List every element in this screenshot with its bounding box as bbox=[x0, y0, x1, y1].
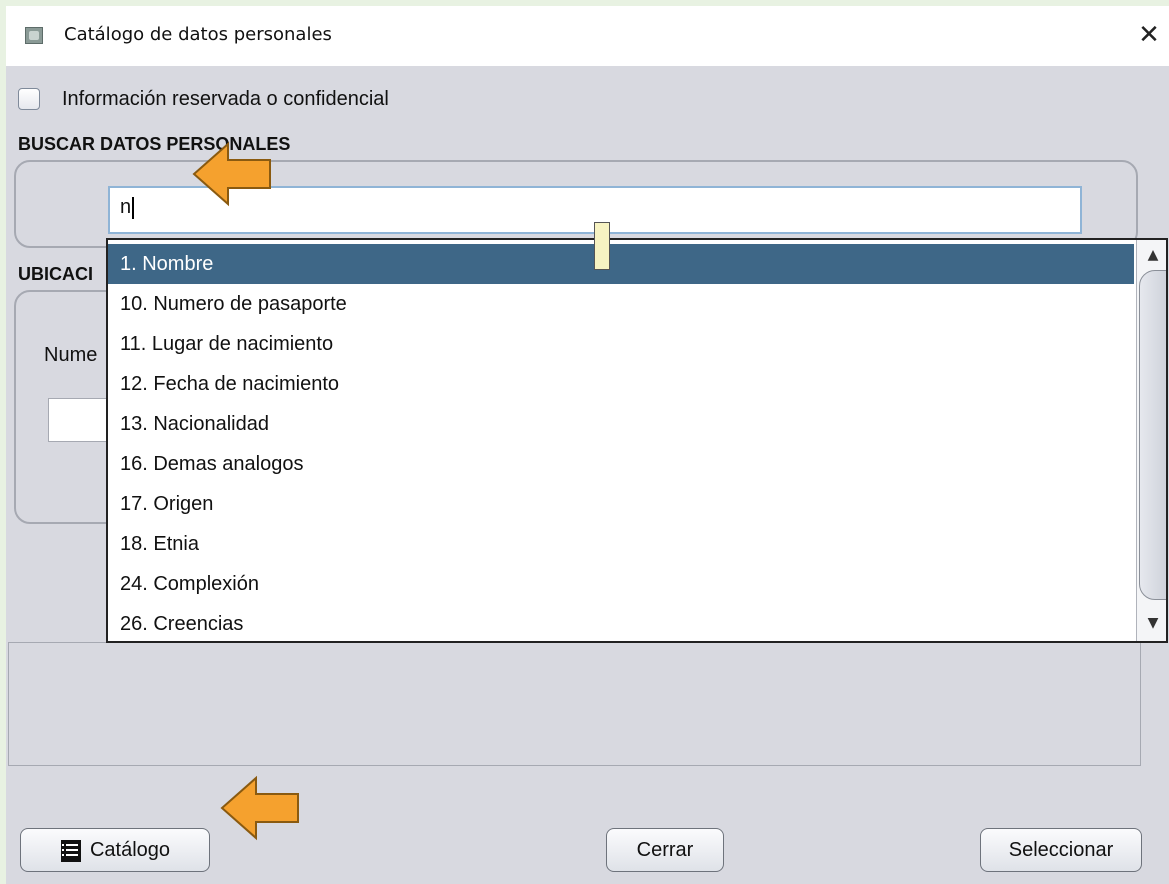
dropdown-item[interactable]: 11. Lugar de nacimiento bbox=[108, 324, 1134, 364]
search-input-value: n bbox=[120, 196, 132, 218]
seleccionar-button[interactable]: Seleccionar bbox=[980, 828, 1142, 872]
scroll-up-icon[interactable]: ▲ bbox=[1141, 244, 1165, 266]
location-section-title: UBICACI bbox=[18, 264, 93, 284]
dropdown-item[interactable]: 24. Complexión bbox=[108, 564, 1134, 604]
dropdown-item[interactable]: 17. Origen bbox=[108, 484, 1134, 524]
description-area[interactable] bbox=[8, 642, 1141, 766]
dropdown-item[interactable]: 18. Etnia bbox=[108, 524, 1134, 564]
confidential-checkbox[interactable] bbox=[18, 88, 40, 110]
dropdown-item[interactable]: 1. Nombre bbox=[108, 244, 1134, 284]
text-caret bbox=[132, 196, 135, 219]
close-button[interactable]: ✕ bbox=[1132, 18, 1166, 52]
catalogo-button-label: Catálogo bbox=[89, 839, 171, 861]
book-icon bbox=[60, 839, 81, 862]
dropdown-item[interactable]: 10. Numero de pasaporte bbox=[108, 284, 1134, 324]
scroll-down-icon[interactable]: ▼ bbox=[1141, 612, 1165, 634]
autocomplete-dropdown[interactable]: 1. Nombre 10. Numero de pasaporte 11. Lu… bbox=[106, 238, 1168, 643]
title-bar: Catálogo de datos personales ✕ bbox=[6, 6, 1169, 66]
dropdown-item[interactable]: 13. Nacionalidad bbox=[108, 404, 1134, 444]
scroll-thumb[interactable] bbox=[1139, 270, 1166, 600]
number-field-label: Nume bbox=[44, 344, 98, 366]
arrow-left-icon bbox=[220, 775, 299, 841]
confidential-checkbox-label: Información reservada o confidencial bbox=[62, 88, 389, 110]
dropdown-item[interactable]: 16. Demas analogos bbox=[108, 444, 1134, 484]
dropdown-item[interactable]: 12. Fecha de nacimiento bbox=[108, 364, 1134, 404]
window-title: Catálogo de datos personales bbox=[64, 24, 332, 45]
arrow-left-icon bbox=[192, 141, 271, 207]
cerrar-button[interactable]: Cerrar bbox=[606, 828, 724, 872]
drag-marker bbox=[594, 222, 610, 270]
dropdown-scrollbar[interactable]: ▲ ▼ bbox=[1136, 240, 1166, 641]
app-icon bbox=[25, 27, 43, 44]
dropdown-item[interactable]: 26. Creencias bbox=[108, 604, 1134, 641]
catalogo-button[interactable]: Catálogo bbox=[20, 828, 210, 872]
